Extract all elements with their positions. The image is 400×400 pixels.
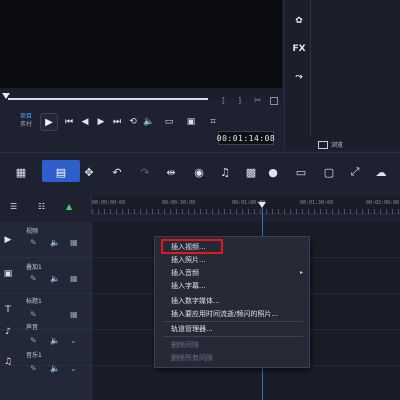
track-name-voice: 声音 bbox=[26, 324, 39, 331]
play-button[interactable]: ▶ bbox=[40, 113, 58, 131]
volume-icon[interactable]: 🔈 bbox=[142, 116, 156, 128]
track-header-music[interactable] bbox=[0, 366, 92, 400]
mask-creator-icon[interactable]: ☁ bbox=[372, 164, 390, 180]
multi-camera-icon[interactable]: ▢ bbox=[320, 164, 338, 180]
media-icon[interactable]: ✿ bbox=[290, 14, 308, 28]
track-ripple-icon[interactable]: ▦ bbox=[70, 238, 78, 247]
snapshot-icon[interactable]: ⌗ bbox=[206, 116, 220, 128]
overlay-track-icon: ▣ bbox=[3, 269, 13, 279]
fx-button[interactable]: FX bbox=[290, 42, 308, 56]
track-ripple-icon[interactable]: ▦ bbox=[70, 274, 78, 283]
track-lock-icon[interactable]: ✎ bbox=[30, 310, 37, 319]
record-capture-icon[interactable]: ◉ bbox=[190, 164, 208, 180]
menu-item-insert-audio[interactable]: 插入音频 bbox=[171, 268, 199, 278]
track-lock-icon[interactable]: ✎ bbox=[30, 336, 37, 345]
toolbox-icon[interactable]: ✥ bbox=[80, 164, 98, 180]
mode-project[interactable]: 项目 bbox=[20, 113, 32, 121]
track-mute-icon[interactable]: 🔈 bbox=[50, 274, 60, 283]
menu-item-delete-all-gaps[interactable]: 删除所有间隙 bbox=[171, 353, 213, 363]
track-add-icon[interactable]: ▲ bbox=[66, 202, 72, 211]
track-mute-icon[interactable]: 🔈 bbox=[50, 238, 60, 247]
track-lane-music[interactable] bbox=[92, 366, 400, 400]
scrub-bar[interactable] bbox=[8, 98, 208, 100]
menu-item-insert-video[interactable]: 插入视频... bbox=[171, 242, 206, 252]
menu-item-track-manager[interactable]: 轨道管理器... bbox=[171, 324, 213, 334]
ruler-label: 00:00:00:00 bbox=[92, 200, 126, 206]
music-track-icon: ♫ bbox=[3, 357, 13, 367]
track-expand-icon[interactable]: ⌄ bbox=[70, 336, 77, 345]
browse-label: 浏览 bbox=[331, 142, 344, 149]
menu-item-delete-gap[interactable]: 删除间隙 bbox=[171, 340, 199, 350]
chapter-cue-icon[interactable]: ☷ bbox=[38, 202, 45, 211]
track-name-music: 音乐1 bbox=[26, 352, 42, 359]
track-lock-icon[interactable]: ✎ bbox=[30, 364, 37, 373]
ruler-label: 00:00:30:00 bbox=[162, 200, 196, 206]
timecode-display[interactable]: 00:01:14:08 bbox=[217, 131, 275, 145]
next-frame-icon[interactable]: ▶ bbox=[94, 116, 108, 128]
voice-track-icon: ♪ bbox=[5, 327, 11, 337]
track-manager-icon[interactable]: ☰ bbox=[10, 202, 17, 211]
track-lock-icon[interactable]: ✎ bbox=[30, 274, 37, 283]
prev-frame-icon[interactable]: ◀ bbox=[78, 116, 92, 128]
preview-mode-switch[interactable]: 项目 素材 bbox=[20, 113, 32, 129]
ruler-label: 00:02:00:00 bbox=[366, 200, 400, 206]
track-name-video: 视频 bbox=[26, 228, 39, 235]
auto-music-icon[interactable]: ▩ bbox=[242, 164, 260, 180]
folder-icon bbox=[318, 140, 328, 149]
video-track-icon: ▶ bbox=[4, 235, 12, 245]
menu-separator bbox=[163, 321, 303, 322]
split-clip-icon[interactable]: ✂ bbox=[254, 96, 262, 106]
fit-project-icon[interactable]: ⇹ bbox=[162, 164, 180, 180]
end-icon[interactable]: ⏭ bbox=[110, 116, 124, 128]
transition-icon[interactable]: ⤳ bbox=[290, 70, 308, 84]
video-preview bbox=[0, 0, 282, 88]
time-remap-icon[interactable]: ⤢ bbox=[346, 164, 364, 180]
track-expand-icon[interactable]: ⌄ bbox=[70, 364, 77, 373]
track-mute-icon[interactable]: 🔈 bbox=[50, 336, 60, 345]
ruler-label: 00:01:30:00 bbox=[300, 200, 334, 206]
motion-tracking-icon[interactable]: ● bbox=[264, 164, 282, 180]
sound-mixer-icon[interactable]: ♫ bbox=[216, 164, 234, 180]
timeline-view-icon[interactable]: ▤ bbox=[52, 164, 70, 180]
mark-out-button[interactable]: ] bbox=[238, 96, 241, 105]
track-ripple-icon[interactable]: ▦ bbox=[70, 310, 78, 319]
home-icon[interactable]: ⏮ bbox=[62, 116, 76, 128]
storyboard-view-icon[interactable]: ▦ bbox=[12, 164, 30, 180]
menu-item-insert-subtitle[interactable]: 插入字幕... bbox=[171, 281, 206, 291]
track-mute-icon[interactable]: 🔈 bbox=[50, 364, 60, 373]
repeat-icon[interactable]: ⟲ bbox=[126, 116, 140, 128]
title-track-icon: T bbox=[5, 305, 11, 315]
submenu-arrow-icon: ▸ bbox=[299, 269, 303, 276]
browse-button[interactable]: 浏览 bbox=[318, 140, 343, 149]
context-menu: 插入视频... 插入照片... 插入音频 ▸ 插入字幕... 插入数字媒体...… bbox=[154, 236, 310, 368]
aspect-ratio-icon[interactable]: ▣ bbox=[184, 116, 198, 128]
menu-item-insert-photo[interactable]: 插入照片... bbox=[171, 255, 206, 265]
ruler-ticks bbox=[92, 209, 400, 214]
track-lock-icon[interactable]: ✎ bbox=[30, 238, 37, 247]
menu-separator bbox=[163, 336, 303, 337]
menu-item-insert-time-lapse[interactable]: 插入要应用时间流逝/频闪的照片... bbox=[171, 309, 278, 319]
undo-icon[interactable]: ↶ bbox=[108, 164, 126, 180]
mode-clip[interactable]: 素材 bbox=[20, 121, 32, 129]
redo-icon[interactable]: ↷ bbox=[136, 164, 154, 180]
resolution-icon[interactable]: ▭ bbox=[162, 116, 176, 128]
fullscreen-icon[interactable] bbox=[270, 97, 278, 105]
subtitle-editor-icon[interactable]: ▭ bbox=[292, 164, 310, 180]
track-name-overlay: 叠加1 bbox=[26, 264, 42, 271]
track-name-title: 标题1 bbox=[26, 298, 42, 305]
scrub-handle[interactable] bbox=[2, 93, 10, 99]
panel-divider bbox=[310, 0, 311, 136]
menu-item-insert-digital-media[interactable]: 插入数字媒体... bbox=[171, 296, 220, 306]
mark-in-button[interactable]: [ bbox=[222, 96, 225, 105]
